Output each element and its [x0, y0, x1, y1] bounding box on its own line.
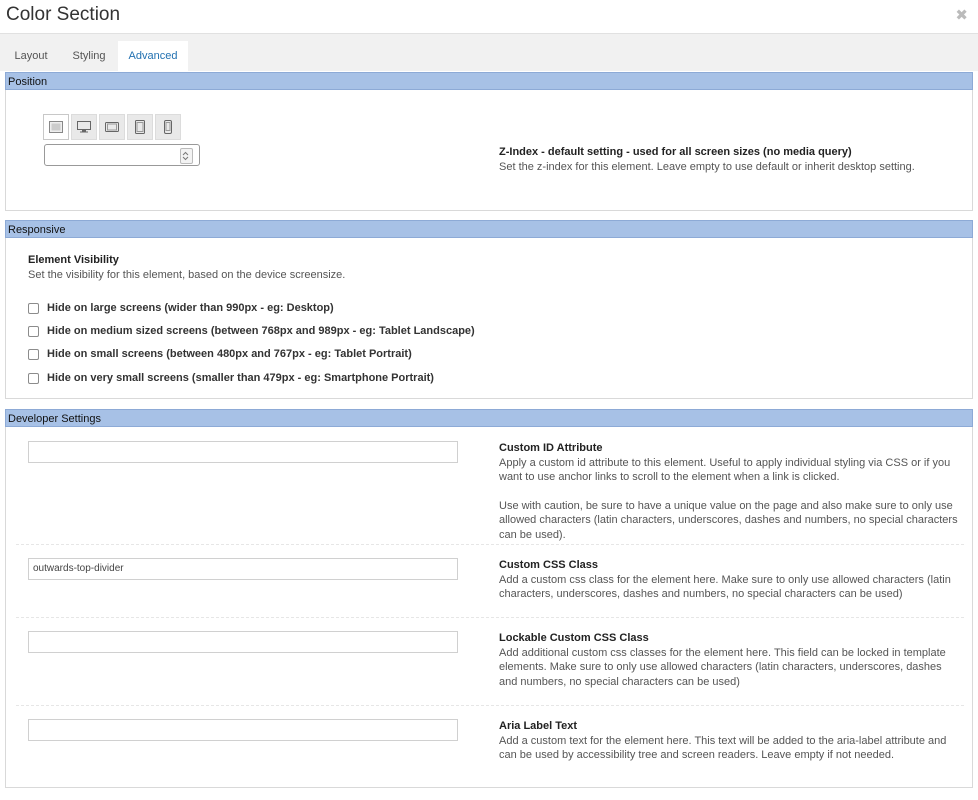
tab-advanced[interactable]: Advanced	[118, 41, 188, 71]
visibility-option-large[interactable]: Hide on large screens (wider than 990px …	[28, 301, 334, 315]
zindex-title: Z-Index - default setting - used for all…	[499, 146, 852, 158]
modal-title: Color Section	[6, 4, 121, 25]
divider	[16, 705, 964, 706]
visibility-option-medium[interactable]: Hide on medium sized screens (between 76…	[28, 324, 475, 338]
tab-bar: Layout Styling Advanced	[0, 33, 978, 71]
visibility-option-very-small[interactable]: Hide on very small screens (smaller than…	[28, 371, 434, 385]
smartphone-button[interactable]	[155, 114, 181, 140]
checkbox-label: Hide on small screens (between 480px and…	[47, 348, 412, 360]
checkbox[interactable]	[28, 372, 39, 384]
tablet-portrait-button[interactable]	[127, 114, 153, 140]
custom-id-input[interactable]	[28, 441, 458, 463]
checkbox-label: Hide on large screens (wider than 990px …	[47, 302, 334, 314]
aria-label-description: Aria Label Text Add a custom text for th…	[499, 719, 959, 763]
checkbox[interactable]	[28, 325, 39, 337]
section-responsive: Element Visibility Set the visibility fo…	[5, 238, 973, 399]
zindex-input[interactable]	[44, 144, 200, 166]
section-heading-responsive[interactable]: Responsive	[5, 220, 973, 238]
checkbox[interactable]	[28, 348, 39, 360]
custom-id-text: Apply a custom id attribute to this elem…	[499, 456, 951, 484]
all-screens-icon	[49, 121, 63, 133]
custom-css-class-text: Add a custom css class for the element h…	[499, 573, 951, 601]
visibility-description: Element Visibility Set the visibility fo…	[28, 253, 928, 282]
custom-id-title: Custom ID Attribute	[499, 442, 603, 454]
zindex-description: Z-Index - default setting - used for all…	[499, 145, 959, 174]
checkbox-label: Hide on medium sized screens (between 76…	[47, 325, 475, 337]
visibility-title: Element Visibility	[28, 254, 119, 266]
device-switcher	[43, 114, 181, 140]
section-position: Z-Index - default setting - used for all…	[5, 90, 973, 211]
custom-id-caution-text: Use with caution, be sure to have a uniq…	[499, 499, 958, 541]
tab-styling[interactable]: Styling	[61, 41, 117, 71]
checkbox[interactable]	[28, 302, 39, 314]
divider	[16, 544, 964, 545]
close-icon[interactable]: ✖	[955, 6, 968, 24]
tablet-landscape-icon	[105, 122, 119, 132]
section-heading-developer[interactable]: Developer Settings	[5, 409, 973, 427]
section-developer: Custom ID Attribute Apply a custom id at…	[5, 427, 973, 788]
aria-label-title: Aria Label Text	[499, 720, 578, 732]
lockable-css-class-input[interactable]	[28, 631, 458, 653]
custom-css-class-title: Custom CSS Class	[499, 559, 599, 571]
lockable-css-class-description: Lockable Custom CSS Class Add additional…	[499, 631, 959, 689]
desktop-icon	[77, 121, 91, 133]
tablet-portrait-icon	[135, 120, 145, 134]
smartphone-icon	[164, 120, 172, 134]
zindex-spinner[interactable]	[180, 148, 193, 164]
custom-css-class-description: Custom CSS Class Add a custom css class …	[499, 558, 959, 602]
desktop-button[interactable]	[71, 114, 97, 140]
tab-layout[interactable]: Layout	[5, 41, 57, 71]
divider	[16, 617, 964, 618]
spinner-arrows-icon	[182, 151, 189, 161]
lockable-css-class-title: Lockable Custom CSS Class	[499, 632, 649, 644]
custom-css-class-input[interactable]: outwards-top-divider	[28, 558, 458, 580]
custom-id-description: Custom ID Attribute Apply a custom id at…	[499, 441, 959, 542]
visibility-option-small[interactable]: Hide on small screens (between 480px and…	[28, 347, 412, 361]
aria-label-text: Add a custom text for the element here. …	[499, 734, 947, 762]
tablet-landscape-button[interactable]	[99, 114, 125, 140]
aria-label-input[interactable]	[28, 719, 458, 741]
section-heading-position[interactable]: Position	[5, 72, 973, 90]
visibility-text: Set the visibility for this element, bas…	[28, 268, 346, 281]
zindex-text: Set the z-index for this element. Leave …	[499, 160, 915, 173]
lockable-css-class-text: Add additional custom css classes for th…	[499, 646, 946, 688]
checkbox-label: Hide on very small screens (smaller than…	[47, 372, 434, 384]
modal-header: Color Section ✖	[0, 0, 978, 33]
all-screens-button[interactable]	[43, 114, 69, 140]
